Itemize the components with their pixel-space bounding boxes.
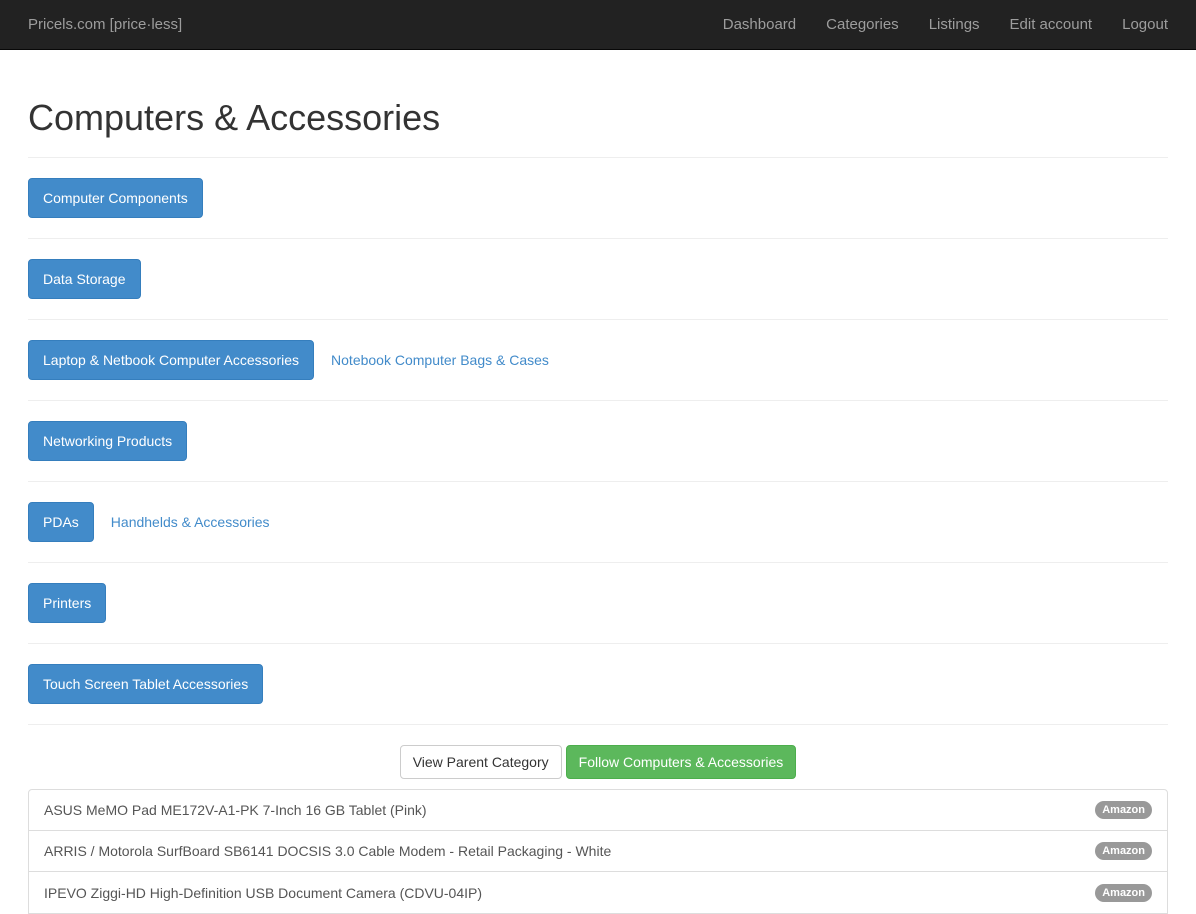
listings-list: ASUS MeMO Pad ME172V-A1-PK 7-Inch 16 GB … [28, 789, 1168, 914]
page-title: Computers & Accessories [28, 97, 441, 138]
category-row: PDAs Handhelds & Accessories [28, 482, 1168, 563]
category-button-data-storage[interactable]: Data Storage [28, 259, 141, 299]
category-row: Data Storage [28, 239, 1168, 320]
category-button-pdas[interactable]: PDAs [28, 502, 94, 542]
nav-logout[interactable]: Logout [1122, 16, 1168, 33]
source-badge: Amazon [1095, 801, 1152, 819]
source-badge: Amazon [1095, 842, 1152, 860]
main-container: Computers & Accessories Computer Compone… [0, 98, 1196, 914]
category-button-printers[interactable]: Printers [28, 583, 107, 623]
view-parent-category-button[interactable]: View Parent Category [399, 745, 562, 779]
listing-title: IPEVO Ziggi-HD High-Definition USB Docum… [44, 884, 483, 901]
nav-categories[interactable]: Categories [826, 16, 899, 33]
category-row: Networking Products [28, 401, 1168, 482]
source-badge: Amazon [1095, 883, 1152, 902]
listing-title: ASUS MeMO Pad ME172V-A1-PK 7-Inch 16 GB … [44, 802, 427, 818]
category-row: Laptop & Netbook Computer Accessories No… [28, 320, 1168, 401]
list-item[interactable]: ASUS MeMO Pad ME172V-A1-PK 7-Inch 16 GB … [29, 790, 1167, 831]
subcategory-link-handhelds[interactable]: Handhelds & Accessories [111, 514, 270, 530]
nav-dashboard[interactable]: Dashboard [723, 16, 796, 33]
category-button-networking[interactable]: Networking Products [28, 421, 188, 461]
category-button-tablet-accessories[interactable]: Touch Screen Tablet Accessories [28, 664, 264, 704]
category-row: Touch Screen Tablet Accessories [28, 644, 1168, 725]
brand-link[interactable]: Pricels.com [price·less] [28, 16, 182, 33]
category-button-laptop-accessories[interactable]: Laptop & Netbook Computer Accessories [28, 340, 315, 380]
list-item[interactable]: IPEVO Ziggi-HD High-Definition USB Docum… [29, 872, 1167, 913]
nav-links: Dashboard Categories Listings Edit accou… [693, 16, 1168, 33]
follow-category-button[interactable]: Follow Computers & Accessories [565, 745, 797, 779]
nav-listings[interactable]: Listings [929, 16, 980, 33]
listing-title: ARRIS / Motorola SurfBoard SB6141 DOCSIS… [44, 843, 612, 859]
category-row: Computer Components [28, 158, 1168, 239]
subcategory-link-notebook-bags[interactable]: Notebook Computer Bags & Cases [331, 352, 549, 368]
category-button-computer-components[interactable]: Computer Components [28, 178, 203, 218]
list-item[interactable]: ARRIS / Motorola SurfBoard SB6141 DOCSIS… [29, 831, 1167, 872]
top-navbar: Pricels.com [price·less] Dashboard Categ… [0, 0, 1196, 50]
category-row: Printers [28, 563, 1168, 644]
category-actions: View Parent Category Follow Computers & … [28, 745, 1168, 779]
nav-edit-account[interactable]: Edit account [1010, 16, 1093, 33]
